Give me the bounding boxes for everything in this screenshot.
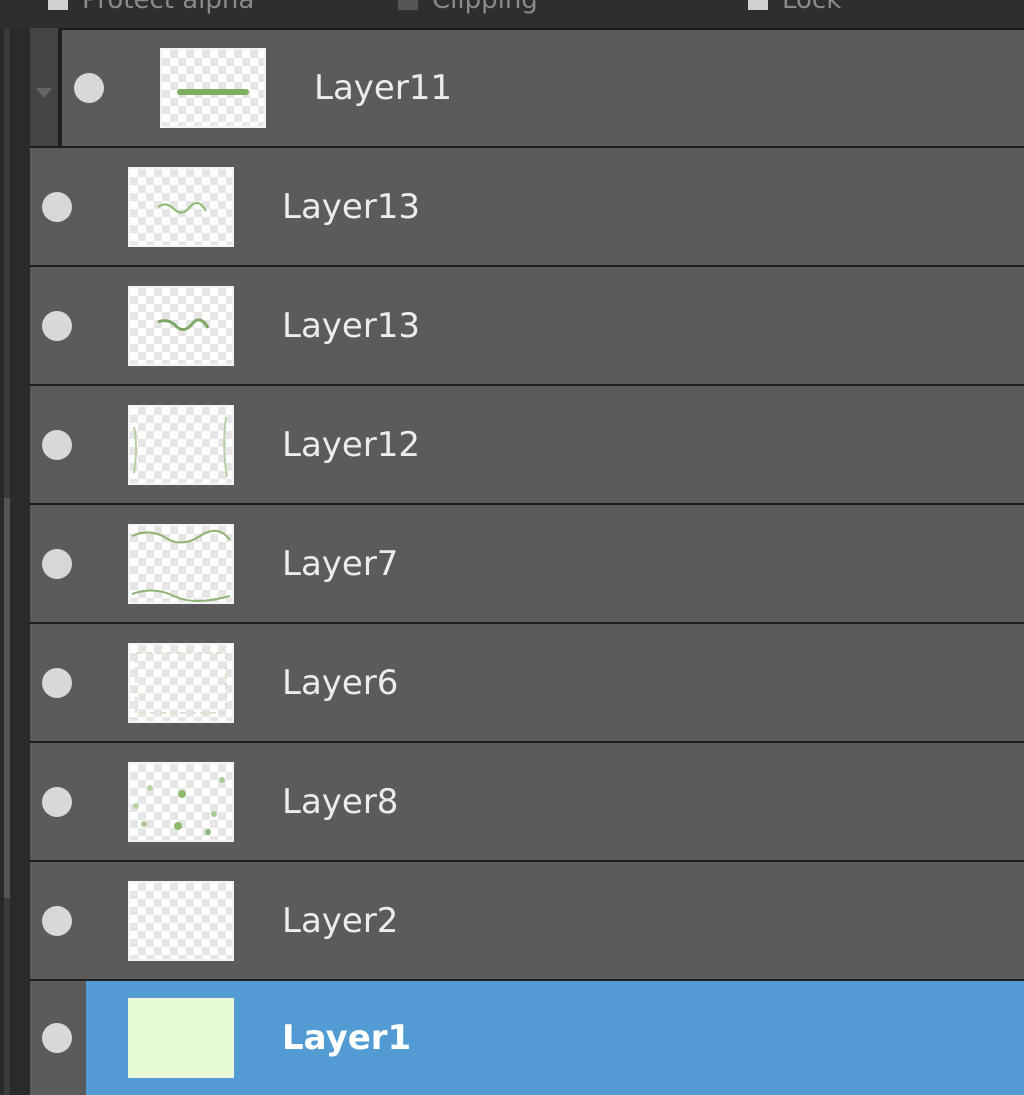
layer-thumbnail — [130, 525, 232, 602]
layer-thumbnail — [130, 406, 232, 483]
layer-row-layer12[interactable]: Layer12 — [30, 384, 1024, 503]
layer-row-layer8[interactable]: Layer8 — [30, 741, 1024, 860]
layer-options-bar: Protect alpha Clipping Lock — [0, 0, 1024, 28]
folder-collapse-handle[interactable] — [30, 28, 60, 146]
layer-name: Layer13 — [282, 186, 421, 227]
layer-name: Layer11 — [314, 68, 453, 108]
clipping-option[interactable]: Clipping — [398, 0, 538, 15]
visibility-eye-icon[interactable] — [42, 310, 72, 341]
lock-option[interactable]: Lock — [748, 0, 842, 15]
visibility-eye-icon[interactable] — [74, 73, 104, 103]
layer-row-layer13[interactable]: Layer13 — [30, 146, 1024, 265]
layer-name: Layer1 — [282, 1018, 412, 1058]
chevron-down-icon — [36, 88, 52, 98]
layer-name: Layer8 — [282, 781, 399, 822]
layer-thumbnail — [130, 1000, 232, 1076]
layer-thumbnail — [130, 287, 232, 364]
layer-name: Layer7 — [282, 543, 399, 584]
layer-row-layer6[interactable]: Layer6 — [30, 622, 1024, 741]
checkbox-icon — [748, 0, 768, 10]
layer-row-layer13[interactable]: Layer13 — [30, 265, 1024, 384]
visibility-eye-icon[interactable] — [42, 1023, 72, 1053]
visibility-eye-icon[interactable] — [42, 786, 72, 817]
panel-scrollbar[interactable] — [0, 28, 30, 1095]
protect-alpha-option[interactable]: Protect alpha — [48, 0, 255, 15]
layer-name: Layer2 — [282, 900, 399, 941]
layer-name: Layer13 — [282, 305, 421, 346]
layer-thumbnail — [130, 882, 232, 959]
layer-thumbnail — [130, 168, 232, 245]
visibility-eye-icon[interactable] — [42, 905, 72, 936]
layer-name: Layer6 — [282, 662, 399, 703]
protect-alpha-label: Protect alpha — [82, 0, 255, 15]
clipping-label: Clipping — [432, 0, 538, 15]
checkbox-icon — [398, 0, 418, 10]
layer-thumbnail — [162, 50, 264, 126]
layer-row-layer11[interactable]: Layer11 — [60, 28, 1024, 146]
layer-row-layer7[interactable]: Layer7 — [30, 503, 1024, 622]
checkbox-icon — [48, 0, 68, 10]
layer-row-layer1[interactable]: Layer1 — [30, 979, 1024, 1095]
layer-thumbnail — [130, 644, 232, 721]
scrollbar-thumb[interactable] — [4, 498, 10, 898]
visibility-eye-icon[interactable] — [42, 191, 72, 222]
layer-thumbnail — [130, 763, 232, 840]
visibility-eye-icon[interactable] — [42, 548, 72, 579]
layer-name: Layer12 — [282, 424, 421, 465]
visibility-eye-icon[interactable] — [42, 429, 72, 460]
visibility-eye-icon[interactable] — [42, 667, 72, 698]
lock-label: Lock — [782, 0, 842, 15]
layer-row-layer2[interactable]: Layer2 — [30, 860, 1024, 979]
